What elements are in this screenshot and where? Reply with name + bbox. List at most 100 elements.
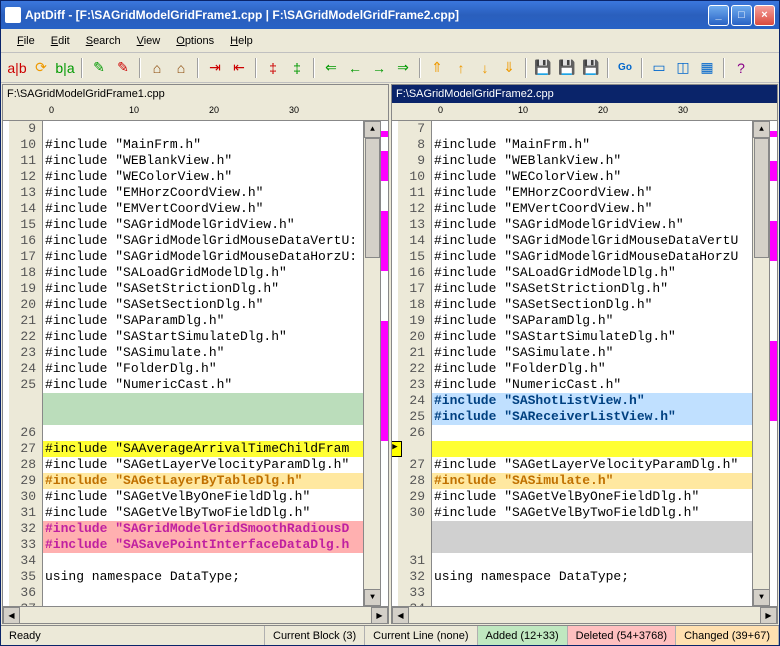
code-line[interactable]: #include "SASetStrictionDlg.h" bbox=[43, 281, 363, 297]
tool-refresh-icon[interactable]: ⟳ bbox=[31, 58, 51, 78]
code-line[interactable]: #include "SAParamDlg.h" bbox=[432, 313, 752, 329]
code-line[interactable]: #include "EMHorzCoordView.h" bbox=[432, 185, 752, 201]
right-code[interactable]: #include "MainFrm.h"#include "WEBlankVie… bbox=[432, 121, 752, 606]
code-line[interactable]: #include "SAGetLayerVelocityParamDlg.h" bbox=[432, 457, 752, 473]
code-line[interactable]: #include "SAStartSimulateDlg.h" bbox=[43, 329, 363, 345]
code-line[interactable]: #include "SASetStrictionDlg.h" bbox=[432, 281, 752, 297]
code-line[interactable] bbox=[432, 441, 752, 457]
code-line[interactable] bbox=[43, 425, 363, 441]
code-line[interactable] bbox=[43, 409, 363, 425]
tool-down-icon[interactable]: ↓ bbox=[475, 58, 495, 78]
tool-up-first-icon[interactable]: ⇑ bbox=[427, 58, 447, 78]
code-line[interactable] bbox=[432, 121, 752, 137]
right-scroll-v[interactable]: ▲ ▼ bbox=[752, 121, 769, 606]
tool-diff-mark-icon[interactable]: ‡ bbox=[263, 58, 283, 78]
tool-go-icon[interactable]: Go bbox=[615, 58, 635, 78]
left-scroll-v[interactable]: ▲ ▼ bbox=[363, 121, 380, 606]
code-line[interactable]: #include "WEBlankView.h" bbox=[43, 153, 363, 169]
tool-first-icon[interactable]: ⇐ bbox=[321, 58, 341, 78]
code-line[interactable]: #include "NumericCast.h" bbox=[432, 377, 752, 393]
code-line[interactable]: #include "SAGridModelGridMouseDataVertU: bbox=[43, 233, 363, 249]
tool-save2-icon[interactable]: 💾 bbox=[557, 58, 577, 78]
code-line[interactable]: #include "SAGetVelByOneFieldDlg.h" bbox=[43, 489, 363, 505]
scroll-left-icon[interactable]: ◀ bbox=[3, 607, 20, 624]
code-line[interactable]: #include "SAGetVelByTwoFieldDlg.h" bbox=[43, 505, 363, 521]
code-line[interactable]: #include "SAGridModelGridMouseDataHorzU bbox=[432, 249, 752, 265]
code-line[interactable]: using namespace DataType; bbox=[432, 569, 752, 585]
scroll-right-icon[interactable]: ▶ bbox=[371, 607, 388, 624]
code-line[interactable]: #include "SASimulate.h" bbox=[432, 345, 752, 361]
tool-view2-icon[interactable]: ◫ bbox=[673, 58, 693, 78]
tool-view3-icon[interactable]: ▦ bbox=[697, 58, 717, 78]
code-line[interactable] bbox=[432, 585, 752, 601]
left-code[interactable]: #include "MainFrm.h"#include "WEBlankVie… bbox=[43, 121, 363, 606]
code-line[interactable] bbox=[43, 585, 363, 601]
tool-prev-icon[interactable]: ← bbox=[345, 58, 365, 78]
tool-edit-icon[interactable]: ✎ bbox=[89, 58, 109, 78]
code-line[interactable]: #include "SASimulate.h" bbox=[432, 473, 752, 489]
code-line[interactable]: #include "FolderDlg.h" bbox=[43, 361, 363, 377]
menu-edit[interactable]: Edit bbox=[43, 33, 78, 49]
tool-copy-right-icon[interactable]: ⇥ bbox=[205, 58, 225, 78]
code-line[interactable]: #include "SAGridModelGridMouseDataVertU bbox=[432, 233, 752, 249]
tool-edit2-icon[interactable]: ✎ bbox=[113, 58, 133, 78]
minimize-button[interactable]: _ bbox=[708, 5, 729, 26]
code-line[interactable]: using namespace DataType; bbox=[43, 569, 363, 585]
code-line[interactable]: #include "WEBlankView.h" bbox=[432, 153, 752, 169]
code-line[interactable]: #include "NumericCast.h" bbox=[43, 377, 363, 393]
code-line[interactable]: #include "EMHorzCoordView.h" bbox=[43, 185, 363, 201]
code-line[interactable] bbox=[43, 121, 363, 137]
scroll-down-icon[interactable]: ▼ bbox=[753, 589, 770, 606]
scroll-thumb[interactable] bbox=[365, 138, 380, 258]
left-overview-strip[interactable] bbox=[380, 121, 388, 606]
tool-home2-icon[interactable]: ⌂ bbox=[171, 58, 191, 78]
code-line[interactable]: #include "SALoadGridModelDlg.h" bbox=[432, 265, 752, 281]
scroll-right-icon[interactable]: ▶ bbox=[760, 607, 777, 624]
code-line[interactable]: #include "SASavePointInterfaceDataDlg.h bbox=[43, 537, 363, 553]
code-line[interactable]: #include "SAGetLayerByTableDlg.h" bbox=[43, 473, 363, 489]
tool-up-icon[interactable]: ↑ bbox=[451, 58, 471, 78]
code-line[interactable] bbox=[43, 553, 363, 569]
code-line[interactable]: #include "MainFrm.h" bbox=[432, 137, 752, 153]
tool-copy-left-icon[interactable]: ⇤ bbox=[229, 58, 249, 78]
right-overview-strip[interactable] bbox=[769, 121, 777, 606]
code-line[interactable] bbox=[43, 393, 363, 409]
code-line[interactable]: #include "SASimulate.h" bbox=[43, 345, 363, 361]
tool-save1-icon[interactable]: 💾 bbox=[533, 58, 553, 78]
close-button[interactable]: × bbox=[754, 5, 775, 26]
tool-swap-icon[interactable]: b|a bbox=[55, 58, 75, 78]
tool-down-last-icon[interactable]: ⇓ bbox=[499, 58, 519, 78]
tool-home1-icon[interactable]: ⌂ bbox=[147, 58, 167, 78]
right-code-area[interactable]: ▶ 78910111213141516171819202122232425262… bbox=[392, 121, 777, 606]
code-line[interactable]: #include "WEColorView.h" bbox=[43, 169, 363, 185]
code-line[interactable]: #include "EMVertCoordView.h" bbox=[432, 201, 752, 217]
code-line[interactable]: #include "SASetSectionDlg.h" bbox=[43, 297, 363, 313]
menu-file[interactable]: File bbox=[9, 33, 43, 49]
code-line[interactable]: #include "SAGridModelGridSmoothRadiousD bbox=[43, 521, 363, 537]
left-pane-header[interactable]: F:\SAGridModelGridFrame1.cpp bbox=[3, 85, 388, 103]
code-line[interactable]: #include "FolderDlg.h" bbox=[432, 361, 752, 377]
code-line[interactable]: #include "MainFrm.h" bbox=[43, 137, 363, 153]
code-line[interactable]: #include "SAParamDlg.h" bbox=[43, 313, 363, 329]
code-line[interactable] bbox=[432, 553, 752, 569]
code-line[interactable]: #include "SAGridModelGridMouseDataHorzU: bbox=[43, 249, 363, 265]
code-line[interactable]: #include "SAGetLayerVelocityParamDlg.h" bbox=[43, 457, 363, 473]
tool-next-icon[interactable]: → bbox=[369, 58, 389, 78]
code-line[interactable]: #include "SAGridModelGridView.h" bbox=[43, 217, 363, 233]
right-scroll-h[interactable]: ◀ ▶ bbox=[392, 606, 777, 623]
menu-help[interactable]: Help bbox=[222, 33, 261, 49]
code-line[interactable]: #include "SASetSectionDlg.h" bbox=[432, 297, 752, 313]
code-line[interactable]: #include "SAGetVelByOneFieldDlg.h" bbox=[432, 489, 752, 505]
scroll-left-icon[interactable]: ◀ bbox=[392, 607, 409, 624]
scroll-down-icon[interactable]: ▼ bbox=[364, 589, 381, 606]
tool-saveall-icon[interactable]: 💾 bbox=[581, 58, 601, 78]
code-line[interactable]: #include "WEColorView.h" bbox=[432, 169, 752, 185]
code-line[interactable] bbox=[43, 601, 363, 606]
menu-search[interactable]: Search bbox=[78, 33, 129, 49]
code-line[interactable]: #include "SAGridModelGridView.h" bbox=[432, 217, 752, 233]
left-scroll-h[interactable]: ◀ ▶ bbox=[3, 606, 388, 623]
tool-view1-icon[interactable]: ▭ bbox=[649, 58, 669, 78]
menu-view[interactable]: View bbox=[129, 33, 169, 49]
scroll-thumb[interactable] bbox=[754, 138, 769, 258]
scroll-up-icon[interactable]: ▲ bbox=[753, 121, 770, 138]
